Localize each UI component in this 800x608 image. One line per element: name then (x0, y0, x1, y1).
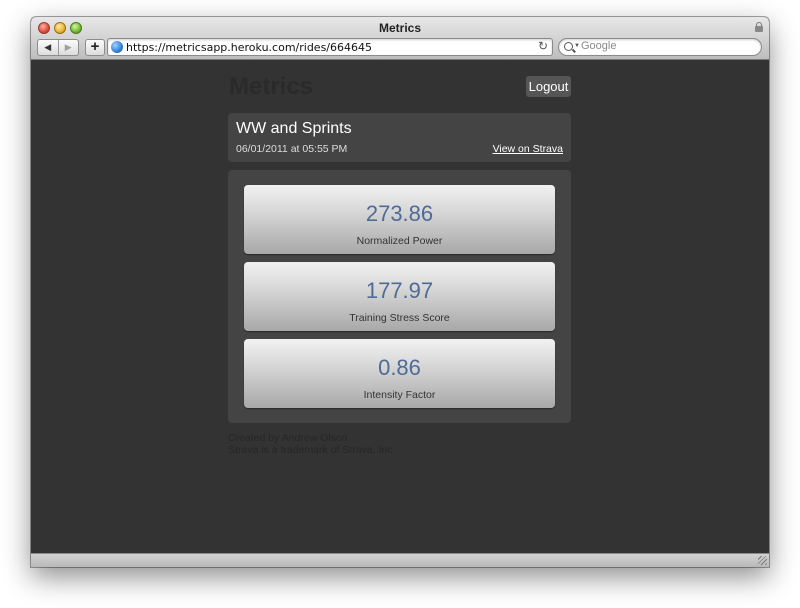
metric-value: 0.86 (378, 355, 421, 380)
metrics-panel: 273.86 Normalized Power 177.97 Training … (228, 170, 571, 423)
search-input[interactable] (581, 40, 751, 52)
back-icon[interactable]: ◀ (38, 40, 58, 55)
footer: Created by Andrew Olson Strava is a trad… (228, 432, 393, 456)
metric-card-intensity-factor: 0.86 Intensity Factor (244, 339, 555, 408)
forward-icon[interactable]: ▶ (57, 40, 79, 55)
metric-value: 273.86 (365, 201, 434, 226)
ride-title: WW and Sprints (236, 120, 352, 137)
metric-label: Normalized Power (356, 235, 443, 247)
resize-grip-icon[interactable] (758, 556, 767, 565)
ride-header: WW and Sprints 06/01/2011 at 05:55 PM Vi… (228, 113, 571, 162)
search-bar[interactable]: ▼ (558, 38, 762, 56)
search-icon[interactable] (564, 42, 573, 51)
metric-card-normalized-power: 273.86 Normalized Power (244, 185, 555, 254)
status-bar (31, 553, 769, 567)
reload-icon[interactable]: ↻ (538, 39, 548, 53)
metric-label: Intensity Factor (363, 389, 436, 401)
globe-icon (111, 41, 123, 53)
metric-card-training-stress-score: 177.97 Training Stress Score (244, 262, 555, 331)
chevron-down-icon[interactable]: ▼ (574, 43, 580, 49)
logout-button[interactable]: Logout (526, 76, 571, 97)
footer-credit: Created by Andrew Olson (228, 432, 348, 444)
window-title: Metrics (378, 21, 422, 35)
page-content: Metrics Logout WW and Sprints 06/01/2011… (31, 60, 769, 553)
ride-date: 06/01/2011 at 05:55 PM (236, 143, 348, 155)
history-navigation: ◀ ▶ (37, 39, 79, 56)
metric-value: 177.97 (365, 278, 434, 303)
browser-toolbar: Metrics ◀ ▶ + https://metricsapp.heroku.… (31, 17, 769, 60)
brand-title[interactable]: Metrics (229, 73, 313, 101)
add-icon[interactable]: + (85, 39, 105, 56)
address-bar[interactable]: https://metricsapp.heroku.com/rides/6646… (107, 38, 553, 56)
browser-window: Metrics ◀ ▶ + https://metricsapp.heroku.… (31, 17, 769, 567)
url-text[interactable]: https://metricsapp.heroku.com/rides/6646… (126, 41, 372, 54)
footer-trademark: Strava is a trademark of Strava, Inc (228, 444, 393, 456)
metric-label: Training Stress Score (349, 312, 450, 324)
view-on-strava-link[interactable]: View on Strava (493, 143, 563, 155)
lock-icon (755, 22, 763, 32)
